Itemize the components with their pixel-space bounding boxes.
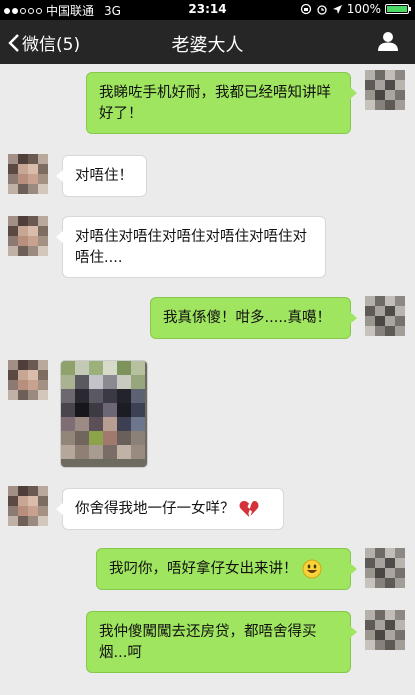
- avatar-contact[interactable]: [8, 154, 48, 194]
- avatar-contact[interactable]: [8, 216, 48, 256]
- message-incoming[interactable]: 对唔住！: [56, 155, 147, 197]
- status-bar: 中国联通 3G 23:14 100%: [0, 0, 415, 20]
- message-list[interactable]: 我睇咗手机好耐，我都已经唔知讲咩好了！ 对唔住！ 对唔住对唔住对唔住对唔住对唔住…: [0, 64, 415, 695]
- message-text: 对唔住对唔住对唔住对唔住对唔住对唔住....: [75, 229, 307, 266]
- avatar-contact[interactable]: [8, 486, 48, 526]
- message-text: 我仲傻闖闖去还房贷，都唔舍得买烟...呵: [99, 624, 317, 661]
- chat-title: 老婆大人: [171, 35, 244, 56]
- smiley-icon: [302, 559, 321, 579]
- battery-percent: 100%: [346, 2, 381, 16]
- rotation-lock-icon: [300, 3, 311, 15]
- broken-heart-icon: [239, 501, 258, 517]
- location-icon: [332, 4, 342, 14]
- message-outgoing[interactable]: 我真係傻！咁多.....真噶！: [150, 297, 357, 339]
- avatar-self[interactable]: [365, 610, 405, 650]
- chat-header: 微信(5) 老婆大人: [0, 20, 415, 64]
- avatar-self[interactable]: [365, 296, 405, 336]
- message-text: 我睇咗手机好耐，我都已经唔知讲咩好了！: [99, 85, 331, 122]
- alarm-icon: [317, 5, 327, 15]
- message-text: 对唔住！: [75, 168, 133, 184]
- message-incoming[interactable]: 你舍得我地一仔一女咩？: [56, 488, 284, 530]
- avatar-contact[interactable]: [8, 360, 48, 400]
- message-outgoing[interactable]: 我睇咗手机好耐，我都已经唔知讲咩好了！: [86, 72, 357, 134]
- message-outgoing[interactable]: 我叼你，唔好拿仔女出来讲！: [96, 548, 357, 590]
- message-text: 我叼你，唔好拿仔女出来讲！: [109, 561, 298, 577]
- image-message[interactable]: [60, 360, 148, 468]
- status-right: 100%: [300, 2, 411, 16]
- avatar-self[interactable]: [365, 548, 405, 588]
- message-outgoing[interactable]: 我仲傻闖闖去还房贷，都唔舍得买烟...呵: [86, 611, 357, 673]
- message-text: 我真係傻！咁多.....真噶！: [163, 310, 332, 326]
- battery-icon: [385, 4, 411, 14]
- message-incoming[interactable]: 对唔住对唔住对唔住对唔住对唔住对唔住....: [56, 216, 326, 278]
- message-text: 你舍得我地一仔一女咩？: [75, 501, 235, 517]
- contact-profile-icon[interactable]: [377, 30, 399, 52]
- avatar-self[interactable]: [365, 70, 405, 110]
